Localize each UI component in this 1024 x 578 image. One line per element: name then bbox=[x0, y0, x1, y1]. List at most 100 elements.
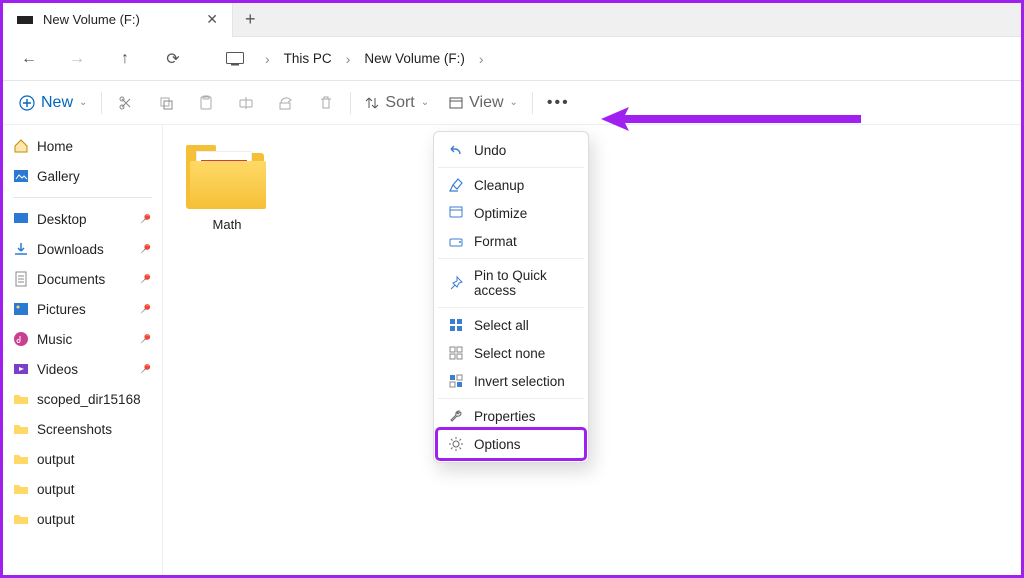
menu-format[interactable]: Format bbox=[438, 227, 584, 255]
clipboard-icon bbox=[198, 95, 214, 111]
sidebar: Home Gallery Desktop 📍 Downloads 📍 Docum… bbox=[3, 125, 163, 575]
sidebar-label: Screenshots bbox=[37, 422, 112, 437]
sidebar-item-screenshots[interactable]: Screenshots bbox=[3, 414, 162, 444]
delete-button[interactable] bbox=[306, 86, 346, 120]
cut-button[interactable] bbox=[106, 86, 146, 120]
sidebar-label: output bbox=[37, 452, 75, 467]
document-icon bbox=[13, 271, 29, 287]
menu-properties[interactable]: Properties bbox=[438, 402, 584, 430]
folder-label: Math bbox=[177, 217, 277, 232]
separator bbox=[438, 167, 584, 168]
chevron-down-icon: ⌄ bbox=[421, 97, 429, 108]
sidebar-gallery[interactable]: Gallery bbox=[3, 161, 162, 191]
folder-icon bbox=[182, 139, 272, 209]
pin-icon: 📍 bbox=[136, 240, 155, 259]
share-button[interactable] bbox=[266, 86, 306, 120]
sidebar-item-documents[interactable]: Documents 📍 bbox=[3, 264, 162, 294]
tab-title: New Volume (F:) bbox=[43, 12, 196, 27]
sort-label: Sort bbox=[385, 94, 414, 112]
view-icon bbox=[449, 96, 463, 110]
new-button[interactable]: New ⌄ bbox=[9, 86, 97, 120]
more-menu: Undo Cleanup Optimize Format Pin to Quic… bbox=[433, 131, 589, 463]
menu-label: Select none bbox=[474, 346, 545, 361]
forward-button[interactable]: → bbox=[57, 41, 97, 77]
separator bbox=[438, 307, 584, 308]
up-button[interactable]: ↑ bbox=[105, 41, 145, 77]
more-button[interactable]: ••• bbox=[537, 86, 580, 120]
wrench-icon bbox=[448, 408, 464, 424]
folder-icon bbox=[13, 421, 29, 437]
sort-button[interactable]: Sort ⌄ bbox=[355, 86, 439, 120]
back-button[interactable]: ← bbox=[9, 41, 49, 77]
folder-icon bbox=[13, 391, 29, 407]
sidebar-item-downloads[interactable]: Downloads 📍 bbox=[3, 234, 162, 264]
menu-invert[interactable]: Invert selection bbox=[438, 367, 584, 395]
separator bbox=[438, 398, 584, 399]
broom-icon bbox=[448, 177, 464, 193]
sidebar-label: Videos bbox=[37, 362, 78, 377]
select-all-icon bbox=[448, 317, 464, 333]
folder-icon bbox=[13, 511, 29, 527]
sidebar-item-output[interactable]: output bbox=[3, 474, 162, 504]
crumb-drive[interactable]: New Volume (F:) bbox=[360, 51, 469, 66]
sidebar-label: output bbox=[37, 512, 75, 527]
sidebar-label: scoped_dir15168 bbox=[37, 392, 141, 407]
invert-icon bbox=[448, 373, 464, 389]
separator bbox=[13, 197, 152, 198]
pin-icon: 📍 bbox=[136, 330, 155, 349]
view-button[interactable]: View ⌄ bbox=[439, 86, 528, 120]
menu-pin[interactable]: Pin to Quick access bbox=[438, 262, 584, 304]
separator bbox=[438, 258, 584, 259]
chevron-right-icon: › bbox=[346, 51, 351, 67]
sidebar-item-output[interactable]: output bbox=[3, 444, 162, 474]
refresh-button[interactable]: ⟳ bbox=[153, 41, 193, 77]
folder-item-math[interactable]: Math bbox=[177, 139, 277, 232]
pin-icon: 📍 bbox=[136, 270, 155, 289]
gear-icon bbox=[448, 436, 464, 452]
menu-cleanup[interactable]: Cleanup bbox=[438, 171, 584, 199]
new-tab-button[interactable]: + bbox=[233, 9, 268, 30]
menu-undo[interactable]: Undo bbox=[438, 136, 584, 164]
separator bbox=[350, 92, 351, 114]
select-none-icon bbox=[448, 345, 464, 361]
crumb-this-pc[interactable]: This PC bbox=[280, 51, 336, 66]
monitor-icon[interactable] bbox=[215, 41, 255, 77]
menu-label: Format bbox=[474, 234, 517, 249]
menu-label: Properties bbox=[474, 409, 536, 424]
close-tab-icon[interactable]: ✕ bbox=[206, 11, 218, 28]
sidebar-item-music[interactable]: Music 📍 bbox=[3, 324, 162, 354]
content-area[interactable]: Math bbox=[163, 125, 1021, 575]
command-bar: New ⌄ Sort ⌄ View ⌄ ••• bbox=[3, 81, 1021, 125]
window-tab[interactable]: New Volume (F:) ✕ bbox=[3, 3, 233, 37]
menu-select-all[interactable]: Select all bbox=[438, 311, 584, 339]
sidebar-label: Desktop bbox=[37, 212, 87, 227]
separator bbox=[101, 92, 102, 114]
menu-optimize[interactable]: Optimize bbox=[438, 199, 584, 227]
sidebar-item-scoped[interactable]: scoped_dir15168 bbox=[3, 384, 162, 414]
drive-icon bbox=[448, 205, 464, 221]
menu-label: Undo bbox=[474, 143, 506, 158]
music-icon bbox=[13, 331, 29, 347]
pictures-icon bbox=[13, 301, 29, 317]
home-icon bbox=[13, 138, 29, 154]
paste-button[interactable] bbox=[186, 86, 226, 120]
sidebar-label: Home bbox=[37, 139, 73, 154]
sidebar-home[interactable]: Home bbox=[3, 131, 162, 161]
rename-button[interactable] bbox=[226, 86, 266, 120]
menu-options[interactable]: Options bbox=[438, 430, 584, 458]
sidebar-label: Downloads bbox=[37, 242, 104, 257]
sidebar-item-output[interactable]: output bbox=[3, 504, 162, 534]
sidebar-item-pictures[interactable]: Pictures 📍 bbox=[3, 294, 162, 324]
scissors-icon bbox=[118, 95, 134, 111]
copy-icon bbox=[158, 95, 174, 111]
sidebar-label: output bbox=[37, 482, 75, 497]
titlebar: New Volume (F:) ✕ + bbox=[3, 3, 1021, 37]
menu-select-none[interactable]: Select none bbox=[438, 339, 584, 367]
sidebar-item-videos[interactable]: Videos 📍 bbox=[3, 354, 162, 384]
sidebar-label: Pictures bbox=[37, 302, 86, 317]
copy-button[interactable] bbox=[146, 86, 186, 120]
share-icon bbox=[278, 95, 294, 111]
plus-circle-icon bbox=[19, 95, 35, 111]
sidebar-item-desktop[interactable]: Desktop 📍 bbox=[3, 204, 162, 234]
menu-label: Pin to Quick access bbox=[474, 268, 574, 298]
